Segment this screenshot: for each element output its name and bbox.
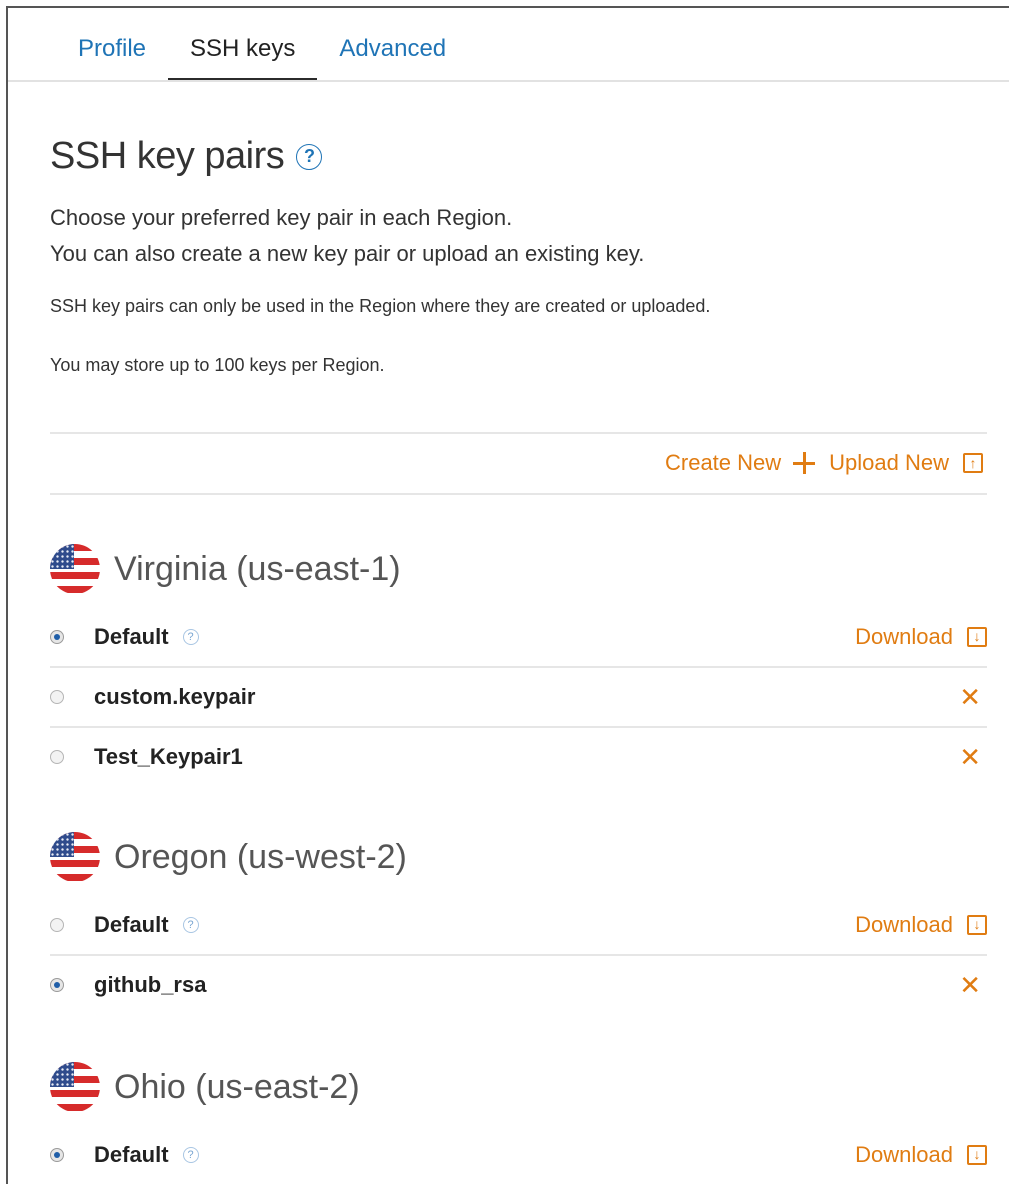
key-row: Test_Keypair1 ✕ <box>50 728 987 786</box>
us-flag-icon <box>50 544 100 594</box>
key-name: Default <box>94 912 169 937</box>
download-label: Download <box>855 1142 953 1167</box>
tab-bar: Profile SSH keys Advanced <box>72 32 468 82</box>
download-icon: ↓ <box>967 627 987 647</box>
key-radio[interactable] <box>50 630 64 644</box>
upload-icon: ↑ <box>963 453 983 473</box>
create-new-label: Create New <box>665 450 782 475</box>
download-icon: ↓ <box>967 1145 987 1165</box>
tab-ssh-keys[interactable]: SSH keys <box>168 32 318 82</box>
download-button[interactable]: Download ↓ <box>855 624 987 650</box>
key-row: github_rsa ✕ <box>50 956 987 1014</box>
key-row-actions: ✕ <box>959 970 987 1001</box>
tabs-divider <box>8 80 1009 82</box>
key-row: Default ? Download ↓ <box>50 896 987 956</box>
intro-line-2: You can also create a new key pair or up… <box>50 241 645 266</box>
intro-line-1: Choose your preferred key pair in each R… <box>50 205 513 230</box>
key-limit-note: You may store up to 100 keys per Region. <box>50 355 385 375</box>
region-name: Virginia (us-east-1) <box>114 549 401 588</box>
help-icon[interactable]: ? <box>182 629 199 645</box>
close-icon[interactable]: ✕ <box>959 970 981 1001</box>
divider <box>50 493 987 495</box>
key-row: custom.keypair ✕ <box>50 668 987 728</box>
key-name: Test_Keypair1 <box>94 744 243 769</box>
help-icon[interactable]: ? <box>182 917 199 933</box>
key-name: github_rsa <box>94 972 207 997</box>
key-row-actions: ✕ <box>959 742 987 773</box>
key-radio[interactable] <box>50 690 64 704</box>
tab-profile[interactable]: Profile <box>72 32 168 77</box>
key-row-actions: Download ↓ <box>855 624 987 650</box>
key-radio[interactable] <box>50 918 64 932</box>
us-flag-icon <box>50 1062 100 1112</box>
key-row: Default ? Download ↓ <box>50 1126 987 1184</box>
create-new-button[interactable]: Create New <box>665 450 816 476</box>
key-radio[interactable] <box>50 1148 64 1162</box>
key-name: custom.keypair <box>94 684 256 709</box>
region-note: SSH key pairs can only be used in the Re… <box>50 296 711 316</box>
key-name: Default <box>94 1142 169 1167</box>
key-actions: Create New Upload New ↑ <box>665 450 983 476</box>
key-row-actions: Download ↓ <box>855 1142 987 1168</box>
key-row-actions: Download ↓ <box>855 912 987 938</box>
key-row: Default ? Download ↓ <box>50 608 987 668</box>
region-header: Ohio (us-east-2) <box>50 1062 360 1112</box>
key-name: Default <box>94 624 169 649</box>
close-icon[interactable]: ✕ <box>959 682 981 713</box>
region-header: Oregon (us-west-2) <box>50 832 407 882</box>
close-icon[interactable]: ✕ <box>959 742 981 773</box>
key-radio[interactable] <box>50 978 64 992</box>
region-name: Oregon (us-west-2) <box>114 837 407 876</box>
download-button[interactable]: Download ↓ <box>855 912 987 938</box>
upload-new-button[interactable]: Upload New ↑ <box>829 450 983 476</box>
download-label: Download <box>855 624 953 649</box>
plus-icon <box>793 452 816 474</box>
upload-new-label: Upload New <box>829 450 949 475</box>
page-title: SSH key pairs ? <box>50 135 323 178</box>
download-icon: ↓ <box>967 915 987 935</box>
divider <box>50 432 987 434</box>
region-header: Virginia (us-east-1) <box>50 544 401 594</box>
download-button[interactable]: Download ↓ <box>855 1142 987 1168</box>
help-icon[interactable]: ? <box>182 1147 199 1163</box>
tab-advanced[interactable]: Advanced <box>317 32 468 77</box>
region-name: Ohio (us-east-2) <box>114 1067 360 1106</box>
download-label: Download <box>855 912 953 937</box>
help-icon[interactable]: ? <box>296 143 323 170</box>
key-radio[interactable] <box>50 750 64 764</box>
page-title-text: SSH key pairs <box>50 135 285 177</box>
us-flag-icon <box>50 832 100 882</box>
key-row-actions: ✕ <box>959 682 987 713</box>
intro-text: Choose your preferred key pair in each R… <box>50 200 644 272</box>
